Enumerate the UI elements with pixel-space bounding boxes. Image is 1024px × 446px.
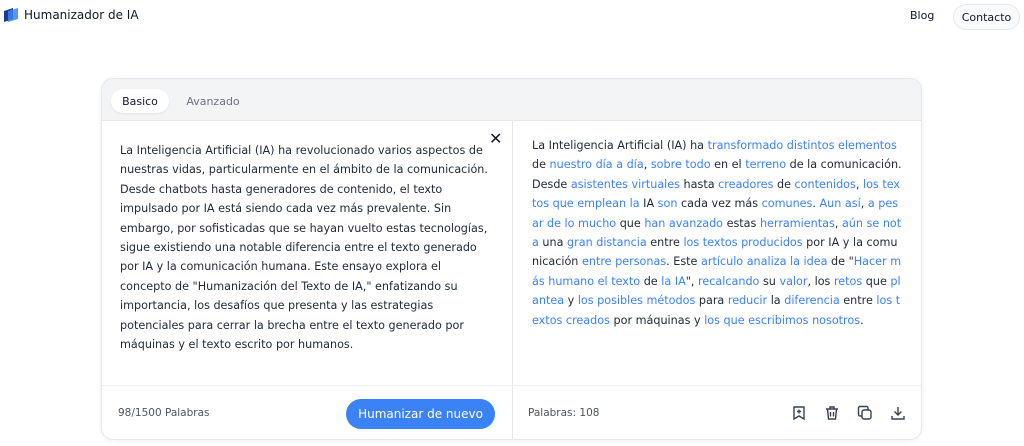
unchanged-phrase: hasta [680,177,719,191]
humanize-again-button[interactable]: Humanizar de nuevo [346,399,495,429]
unchanged-phrase: que [862,274,891,288]
rewritten-phrase: reducir [727,294,768,308]
nav-contact-button[interactable]: Contacto [953,4,1020,30]
download-icon[interactable] [888,403,908,423]
rewritten-phrase: valor [779,274,808,288]
rewritten-phrase: sobre todo [650,158,711,172]
tab-advanced[interactable]: Avanzado [182,89,244,113]
unchanged-phrase: de [640,274,662,288]
rewritten-phrase: transformado distintos elementos [707,139,897,152]
unchanged-phrase: ", [685,274,698,288]
output-text-area: La Inteligencia Artificial (IA) ha trans… [532,136,902,330]
unchanged-phrase: de [773,177,795,191]
unchanged-phrase: de " [827,255,854,269]
rewritten-phrase: han avanzado [644,216,724,230]
output-word-count: Palabras: 108 [528,407,600,419]
input-word-count: 98/1500 Palabras [118,407,210,419]
rewritten-phrase: los textos producidos [683,236,803,250]
unchanged-phrase: una [538,236,568,250]
rewritten-phrase: diferencia [784,294,840,308]
unchanged-phrase: . Este [666,255,701,269]
rewritten-phrase: asistentes virtuales [570,177,680,191]
unchanged-phrase: estas [723,216,760,230]
unchanged-phrase: . [812,197,820,211]
rewritten-phrase: artículo analiza la idea [701,255,828,269]
rewritten-phrase: recalcando [698,274,760,288]
rewritten-phrase: entre personas [581,255,667,269]
input-text-area[interactable]: La Inteligencia Artificial (IA) ha revol… [120,141,492,354]
rewritten-phrase: herramientas [759,216,835,230]
mode-tabs: Basico Avanzado [102,79,921,121]
top-bar: Humanizador de IA Blog Contacto [0,0,1024,34]
tab-basic[interactable]: Basico [111,89,169,113]
rewritten-phrase: la IA [661,274,686,288]
rewritten-phrase: retos [833,274,863,288]
unchanged-phrase: para [695,294,728,308]
unchanged-phrase: , [643,158,651,172]
unchanged-phrase: la [767,294,785,308]
brand-logo-icon [4,8,18,22]
unchanged-phrase: La Inteligencia Artificial (IA) ha [532,139,708,152]
rewritten-phrase: Aun así [819,197,861,211]
app-name: Humanizador de IA [24,8,139,22]
unchanged-phrase: por máquinas y [609,313,705,327]
unchanged-phrase: entre [646,236,684,250]
trash-icon[interactable] [822,403,842,423]
panel-divider [512,121,513,439]
rewritten-phrase: son [657,197,678,211]
unchanged-phrase: y [564,294,578,308]
unchanged-phrase: entre [839,294,877,308]
rewritten-phrase: terreno [745,158,787,172]
unchanged-phrase: , [834,216,842,230]
unchanged-phrase: en el [710,158,746,172]
unchanged-phrase: que [616,216,645,230]
footer-divider [102,385,921,386]
rewritten-phrase: los que escribimos nosotros [704,313,861,327]
rewritten-phrase: nuestro día a día [549,158,644,172]
rewritten-phrase: contenidos [794,177,856,191]
unchanged-phrase: , [860,197,868,211]
save-icon[interactable] [789,403,809,423]
unchanged-phrase: su [759,274,780,288]
copy-icon[interactable] [855,403,875,423]
unchanged-phrase: , los [807,274,834,288]
unchanged-phrase: de [532,158,550,172]
rewritten-phrase: gran distancia [567,236,647,250]
rewritten-phrase: los posibles métodos [577,294,696,308]
brand[interactable]: Humanizador de IA [4,8,139,22]
rewritten-phrase: creadores [718,177,774,191]
humanizer-card: Basico Avanzado ✕ La Inteligencia Artifi… [101,78,922,440]
nav-blog-link[interactable]: Blog [910,9,934,22]
unchanged-phrase: IA [639,197,658,211]
rewritten-phrase: comunes [761,197,813,211]
unchanged-phrase: cada vez más [677,197,762,211]
unchanged-phrase: , [855,177,863,191]
unchanged-phrase: . [860,313,864,327]
